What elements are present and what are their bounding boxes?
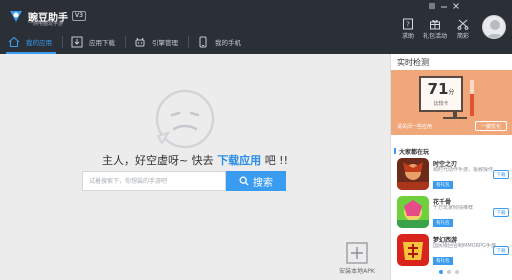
tab-my-phone[interactable]: 我的手机: [189, 29, 251, 54]
download-apps-link[interactable]: 下载应用: [217, 154, 261, 167]
scissors-icon: [457, 19, 469, 30]
pager-dot[interactable]: [447, 270, 451, 274]
headline-suffix: 吧 !!: [264, 154, 289, 167]
tab-engine-manage[interactable]: 引擎管理: [126, 29, 188, 54]
empty-headline: 主人，好空虚呀~ 快去 下载应用 吧 !!: [0, 152, 390, 168]
game-download-button[interactable]: 下载: [493, 246, 509, 255]
avatar[interactable]: [482, 15, 506, 39]
game-icon-warrior: [397, 158, 429, 190]
search-icon: [239, 176, 249, 186]
engine-icon: [135, 37, 145, 46]
logo-icon: [8, 8, 24, 24]
optimize-button[interactable]: 一键优化: [474, 121, 507, 131]
scissors-label: 简彩: [456, 33, 469, 40]
tab-label: 引擎管理: [152, 38, 178, 47]
help-icon: ?: [403, 18, 413, 30]
phone-icon: [199, 36, 207, 47]
gift-pack-button[interactable]: 有礼包: [433, 219, 453, 227]
home-icon: [8, 36, 20, 47]
close-icon[interactable]: [452, 2, 460, 10]
tab-my-apps[interactable]: 我的应用: [0, 29, 62, 54]
tab-label: 我的应用: [26, 38, 52, 47]
tab-label: 我的手机: [215, 38, 241, 47]
monitor-base: [443, 117, 467, 119]
search-bar: 搜索: [82, 171, 286, 191]
game-icon-monkey: [397, 234, 429, 266]
performance-score: 71分: [421, 80, 461, 98]
app-subtitle: 一网电脑玩手游: [28, 21, 64, 27]
sad-face-icon: [155, 89, 215, 149]
gift-button[interactable]: 礼包活动: [423, 18, 448, 40]
headline-prefix: 主人，好空虚呀~ 快去: [101, 154, 214, 167]
minimize-icon[interactable]: [440, 2, 448, 10]
game-item[interactable]: 时空之刃 跨时代动作手游，极致操作 有礼包 下载: [397, 158, 509, 198]
top-bar: 豌豆助手 V3 一网电脑玩手游 ? 求助 礼包活动 简彩 我的应用 应用下载 引…: [0, 0, 512, 54]
gift-icon: [430, 19, 440, 30]
gift-pack-button[interactable]: 有礼包: [433, 257, 453, 265]
performance-monitor: 71分 比较卡 请关闭一些应用 一键优化: [391, 70, 512, 135]
gauge-icon: [470, 80, 474, 116]
gift-label: 礼包活动: [423, 33, 448, 40]
popular-games-title: 大家都在玩: [393, 148, 430, 156]
score-value: 71: [427, 80, 449, 98]
monitor-screen: 71分 比较卡: [419, 76, 463, 112]
monitor-tip: 请关闭一些应用: [397, 124, 433, 130]
realtime-check-title: 实时检测: [397, 58, 429, 67]
app-window: 豌豆助手 V3 一网电脑玩手游 ? 求助 礼包活动 简彩 我的应用 应用下载 引…: [0, 0, 512, 280]
install-apk-button[interactable]: 安装本地APK: [330, 242, 384, 275]
carousel-pager: [439, 270, 459, 274]
install-apk-label: 安装本地APK: [339, 268, 375, 275]
game-download-button[interactable]: 下载: [493, 208, 509, 217]
main-tabs: 我的应用 应用下载 引擎管理 我的手机: [0, 29, 251, 54]
score-unit: 分: [448, 89, 455, 96]
download-icon: [71, 36, 83, 47]
plus-icon: [346, 242, 368, 264]
version-badge: V3: [72, 11, 86, 21]
search-input[interactable]: [82, 171, 226, 191]
menu-icon[interactable]: [428, 2, 436, 10]
svg-text:?: ?: [406, 21, 410, 29]
game-icon-fairy: [397, 196, 429, 228]
user-icon: [486, 20, 504, 38]
pager-dot[interactable]: [455, 270, 459, 274]
tab-app-download[interactable]: 应用下载: [63, 29, 125, 54]
performance-label: 比较卡: [433, 101, 449, 107]
gift-pack-button[interactable]: 有礼包: [433, 181, 453, 189]
pager-dot[interactable]: [439, 270, 443, 274]
game-item[interactable]: 梦幻西游 国民级回合制MMORPG手游 有礼包 下载: [397, 234, 509, 274]
help-label: 求助: [401, 33, 414, 40]
game-item[interactable]: 花千骨 千万玩家倾情推荐 有礼包 下载: [397, 196, 509, 236]
game-download-button[interactable]: 下载: [493, 170, 509, 179]
main-content: 主人，好空虚呀~ 快去 下载应用 吧 !! 搜索 安装本地APK: [0, 54, 390, 280]
search-button-label: 搜索: [253, 177, 273, 189]
window-controls: [428, 2, 460, 10]
tab-label: 应用下载: [89, 38, 115, 47]
scissors-button[interactable]: 简彩: [452, 18, 474, 40]
search-button[interactable]: 搜索: [226, 171, 286, 191]
side-panel: 实时检测 71分 比较卡 请关闭一些应用 一键优化 大家都在玩 时空之刃 跨时代…: [390, 54, 512, 280]
help-button[interactable]: ? 求助: [397, 18, 419, 40]
